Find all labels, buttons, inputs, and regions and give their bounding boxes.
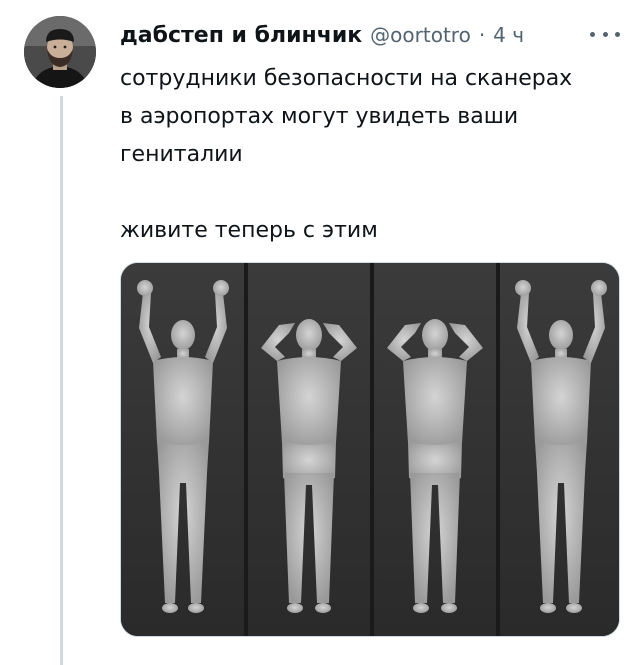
tweet-text-line: живите теперь с этим — [120, 218, 378, 243]
tweet-text-line: сотрудники безопасности на сканерах — [120, 66, 573, 91]
user-handle[interactable]: @oortotro — [370, 23, 471, 47]
timestamp[interactable]: 4 ч — [493, 23, 524, 47]
display-name[interactable]: дабстеп и блинчик — [120, 23, 362, 48]
separator: · — [478, 23, 486, 47]
tweet-header: дабстеп и блинчик @oortotro · 4 ч — [120, 18, 524, 52]
tweet-text: сотрудники безопасности на сканерах в аэ… — [120, 60, 620, 250]
avatar[interactable] — [24, 16, 96, 88]
tweet-text-line: в аэропортах могут увидеть ваши — [120, 104, 519, 129]
tweet-text-line: гениталии — [120, 142, 243, 167]
more-horizontal-icon[interactable] — [590, 24, 620, 44]
tweet-media-image[interactable] — [120, 262, 620, 637]
tweet[interactable]: дабстеп и блинчик @oortotro · 4 ч сотруд… — [0, 0, 640, 665]
thread-line — [60, 96, 63, 665]
